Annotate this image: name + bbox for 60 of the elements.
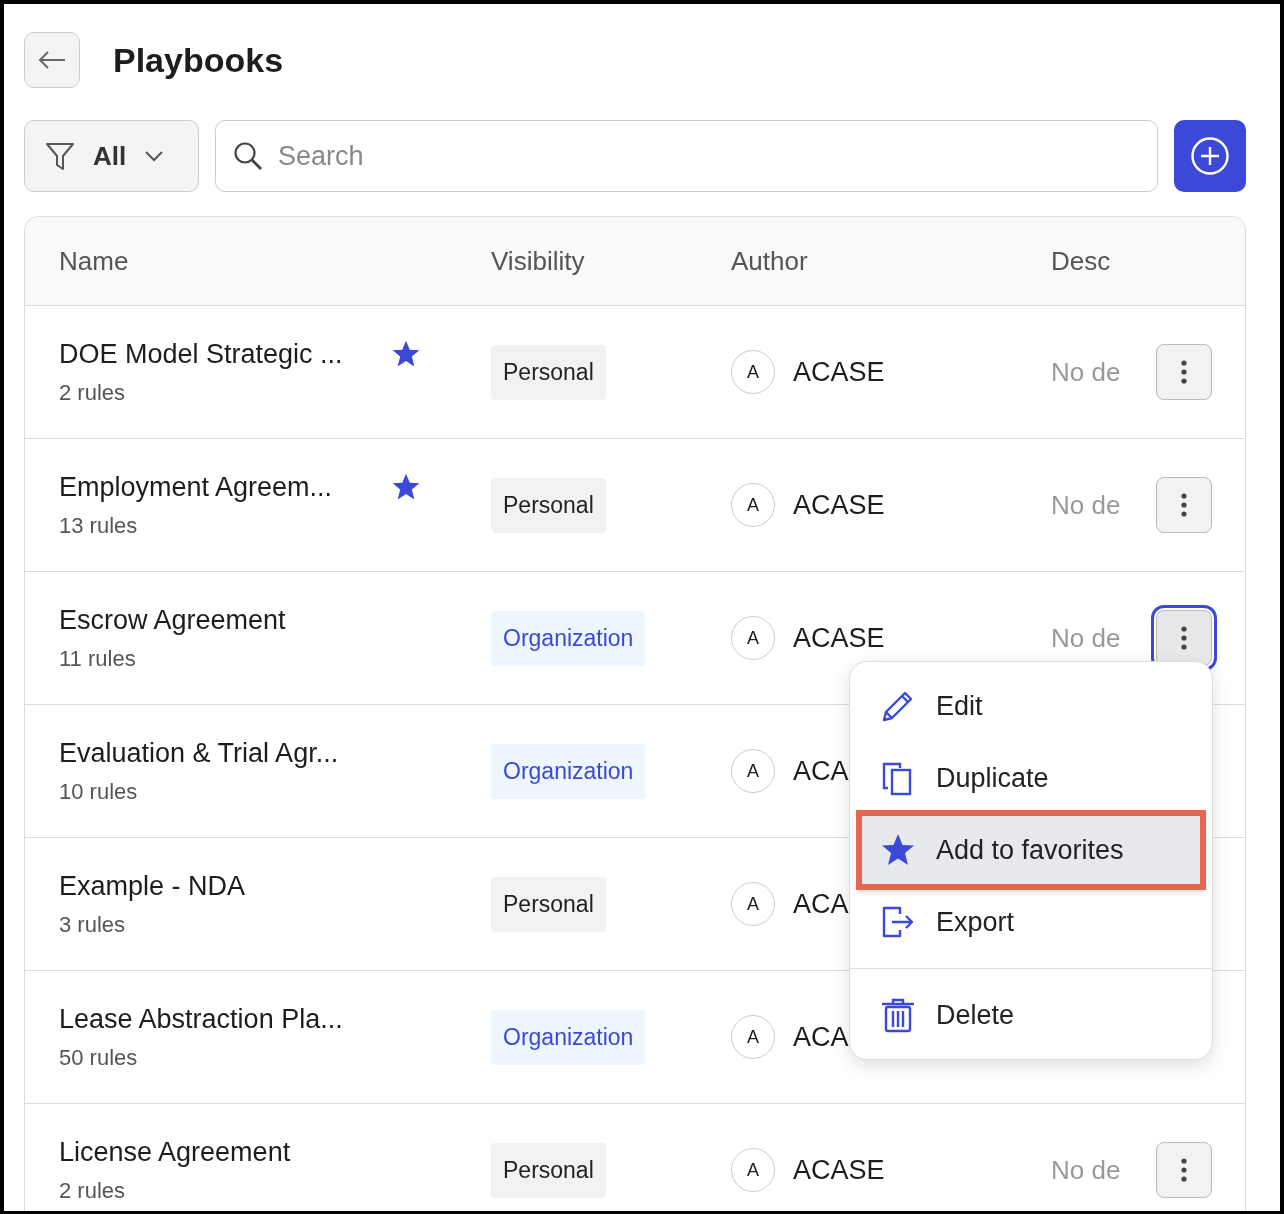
author-name: ACASE xyxy=(793,489,885,521)
trash-icon xyxy=(880,997,916,1033)
rules-count: 11 rules xyxy=(59,645,137,672)
author-name: ACASE xyxy=(793,1154,885,1186)
filter-dropdown[interactable]: All xyxy=(24,120,199,192)
chevron-down-icon xyxy=(144,150,165,162)
author-name: ACA xyxy=(793,888,849,920)
author-name: ACASE xyxy=(793,356,885,388)
visibility-badge: Personal xyxy=(491,344,606,400)
visibility-badge: Personal xyxy=(491,1142,606,1198)
rules-count: 10 rules xyxy=(59,778,139,805)
playbook-name[interactable]: Escrow Agreement xyxy=(59,604,391,636)
playbook-name[interactable]: DOE Model Strategic ... xyxy=(59,338,391,370)
filter-icon xyxy=(45,141,75,171)
more-options-button[interactable] xyxy=(1156,477,1212,533)
star-icon xyxy=(880,832,916,868)
visibility-badge: Organization xyxy=(491,743,646,799)
description-text: No de xyxy=(1051,356,1122,388)
visibility-badge: Organization xyxy=(491,610,646,666)
visibility-badge: Personal xyxy=(491,876,606,932)
kebab-icon xyxy=(1180,492,1188,518)
menu-item[interactable]: Export xyxy=(850,886,1212,958)
column-header: Author xyxy=(731,245,809,277)
visibility-badge: Personal xyxy=(491,477,606,533)
column-header: Desc xyxy=(1051,245,1112,277)
menu-item[interactable]: Delete xyxy=(850,979,1212,1051)
rules-count: 2 rules xyxy=(59,379,127,406)
author-name: ACASE xyxy=(793,622,885,654)
search-icon xyxy=(233,141,263,171)
more-options-button[interactable] xyxy=(1156,344,1212,400)
back-arrow-icon xyxy=(38,50,66,70)
page-title: Playbooks xyxy=(113,40,284,80)
rules-count: 50 rules xyxy=(59,1044,139,1071)
author-name: ACA xyxy=(793,1021,849,1053)
kebab-icon xyxy=(1180,1157,1188,1183)
plus-circle-icon xyxy=(1190,136,1230,176)
author-name: ACA xyxy=(793,755,849,787)
column-header: Visibility xyxy=(491,245,586,277)
description-text: No de xyxy=(1051,622,1122,654)
description-text: No de xyxy=(1051,1154,1122,1186)
more-options-button[interactable] xyxy=(1156,1142,1212,1198)
menu-item[interactable]: Duplicate xyxy=(850,742,1212,814)
menu-item[interactable]: Edit xyxy=(850,670,1212,742)
rules-count: 2 rules xyxy=(59,1177,127,1204)
playbook-name[interactable]: Employment Agreem... xyxy=(59,471,391,503)
playbook-name[interactable]: Example - NDA xyxy=(59,870,391,902)
export-icon xyxy=(880,904,916,940)
description-text: No de xyxy=(1051,489,1122,521)
playbook-name[interactable]: Lease Abstraction Pla... xyxy=(59,1003,391,1035)
kebab-icon xyxy=(1180,625,1188,651)
visibility-badge: Organization xyxy=(491,1009,646,1065)
back-button[interactable] xyxy=(24,32,80,88)
playbook-name[interactable]: Evaluation & Trial Agr... xyxy=(59,737,391,769)
playbook-name[interactable]: License Agreement xyxy=(59,1136,391,1168)
rules-count: 3 rules xyxy=(59,911,127,938)
column-header: Name xyxy=(59,245,130,277)
rules-count: 13 rules xyxy=(59,512,139,539)
kebab-icon xyxy=(1180,359,1188,385)
add-button[interactable] xyxy=(1174,120,1246,192)
search-field[interactable]: Search xyxy=(215,120,1158,192)
